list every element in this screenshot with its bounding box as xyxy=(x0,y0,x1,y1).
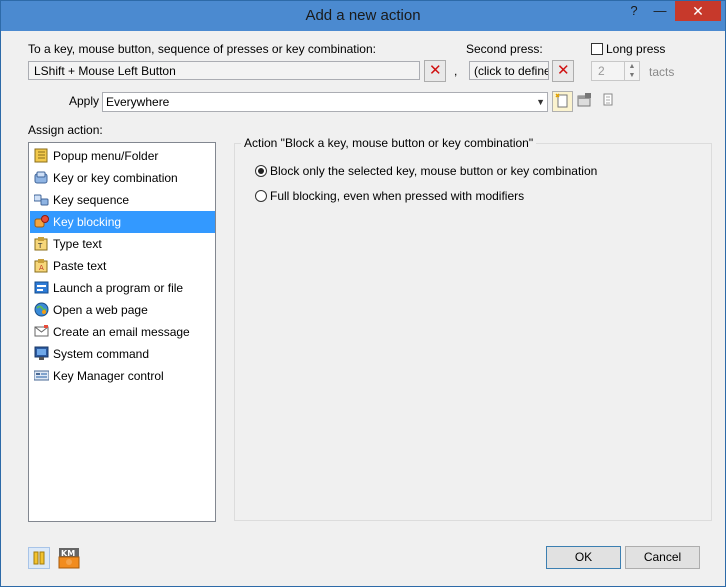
block-selected-label: Block only the selected key, mouse butto… xyxy=(270,164,598,178)
tacts-spinner[interactable]: 2 ▲ ▼ xyxy=(591,61,640,81)
folder-menu-icon xyxy=(34,148,48,163)
list-item[interactable]: A Paste text xyxy=(30,255,215,277)
launch-program-icon xyxy=(34,281,49,294)
block-selected-radio[interactable] xyxy=(255,165,267,177)
trigger-key-field[interactable]: LShift + Mouse Left Button xyxy=(28,61,420,80)
copy-document-icon xyxy=(603,93,613,106)
apply-label: Apply xyxy=(69,94,100,108)
item-label: Popup menu/Folder xyxy=(53,149,159,163)
key-sequence-icon xyxy=(34,194,49,206)
item-label: Launch a program or file xyxy=(53,281,184,295)
clear-trigger-button[interactable]: ✕ xyxy=(424,60,446,82)
type-text-icon: T xyxy=(34,237,48,251)
window-title: Add a new action xyxy=(305,7,421,24)
item-label: Paste text xyxy=(53,259,107,273)
system-command-icon xyxy=(34,346,49,360)
item-label: Key Manager control xyxy=(53,369,164,383)
action-group-title: Action "Block a key, mouse button or key… xyxy=(241,136,537,150)
list-item[interactable]: Key Manager control xyxy=(30,365,215,387)
assign-action-label: Assign action: xyxy=(28,123,103,137)
close-button[interactable]: ✕ xyxy=(675,1,721,21)
title-bar: Add a new action ? — ✕ xyxy=(1,1,725,31)
web-page-icon xyxy=(34,302,49,317)
trigger-label: To a key, mouse button, sequence of pres… xyxy=(28,42,376,56)
list-item[interactable]: Key sequence xyxy=(30,189,215,211)
email-icon xyxy=(34,325,49,337)
list-item[interactable]: Create an email message xyxy=(30,321,215,343)
svg-text:A: A xyxy=(39,264,44,272)
list-item[interactable]: System command xyxy=(30,343,215,365)
help-button[interactable]: ? xyxy=(623,1,645,21)
action-type-list[interactable]: Popup menu/Folder Key or key combination… xyxy=(28,142,216,522)
list-item[interactable]: Key blocking xyxy=(30,211,215,233)
key-manager-logo-icon: KM xyxy=(58,548,80,569)
full-blocking-label: Full blocking, even when pressed with mo… xyxy=(270,189,525,203)
second-press-field[interactable]: (click to define) xyxy=(469,61,549,80)
item-label: Key or key combination xyxy=(53,171,178,185)
key-manager-icon xyxy=(34,370,49,381)
clear-second-press-button[interactable]: ✕ xyxy=(552,60,574,82)
list-item[interactable]: Open a web page xyxy=(30,299,215,321)
item-label: Type text xyxy=(53,237,102,251)
dialog-body: To a key, mouse button, sequence of pres… xyxy=(8,31,718,579)
radio-selected-dot xyxy=(258,168,264,174)
comma-separator: , xyxy=(454,64,458,78)
svg-text:T: T xyxy=(37,242,43,250)
clear-icon: ✕ xyxy=(557,62,570,79)
ok-button[interactable]: OK xyxy=(546,546,621,569)
chevron-down-icon: ▼ xyxy=(536,97,545,107)
list-item[interactable]: T Type text xyxy=(30,233,215,255)
full-blocking-radio[interactable] xyxy=(255,190,267,202)
minimize-button[interactable]: — xyxy=(649,1,671,21)
item-label: Open a web page xyxy=(53,303,148,317)
edit-window-icon xyxy=(577,93,591,107)
copy-program-button[interactable] xyxy=(598,91,619,112)
paste-text-icon: A xyxy=(34,259,48,273)
tacts-value: 2 xyxy=(598,64,605,78)
list-item[interactable]: Popup menu/Folder xyxy=(30,145,215,167)
item-label: Create an email message xyxy=(53,325,190,339)
key-blocking-icon xyxy=(34,215,49,228)
item-label: Key sequence xyxy=(53,193,130,207)
second-press-label: Second press: xyxy=(466,42,543,56)
spinner-arrows-icon[interactable]: ▲ ▼ xyxy=(624,62,639,80)
tacts-label: tacts xyxy=(649,65,675,79)
list-item[interactable]: Key or key combination xyxy=(30,167,215,189)
apply-value: Everywhere xyxy=(106,95,170,109)
list-item[interactable]: Launch a program or file xyxy=(30,277,215,299)
item-label: Key blocking xyxy=(53,215,122,229)
long-press-checkbox[interactable] xyxy=(591,43,603,55)
edit-program-button[interactable] xyxy=(575,91,596,112)
add-action-dialog: Add a new action ? — ✕ To a key, mouse b… xyxy=(0,0,726,587)
key-manager-logo-button[interactable]: KM xyxy=(58,547,80,569)
pause-icon xyxy=(33,551,45,565)
long-press-label: Long press xyxy=(606,42,666,56)
pause-toggle-button[interactable] xyxy=(28,547,50,569)
new-document-icon xyxy=(555,93,568,108)
clear-icon: ✕ xyxy=(429,62,442,79)
key-icon xyxy=(34,171,48,184)
cancel-button[interactable]: Cancel xyxy=(625,546,700,569)
item-label: System command xyxy=(53,347,150,361)
apply-select[interactable]: Everywhere ▼ xyxy=(102,92,548,112)
new-program-button[interactable] xyxy=(552,91,573,112)
